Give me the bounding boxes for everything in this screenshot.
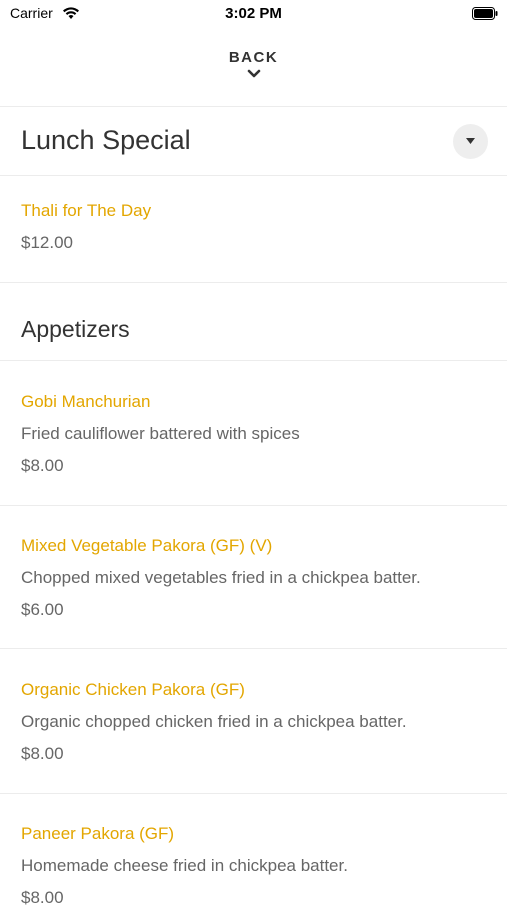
divider	[0, 505, 507, 506]
divider	[0, 106, 507, 107]
divider	[0, 648, 507, 649]
divider	[0, 793, 507, 794]
status-bar: Carrier 3:02 PM	[0, 0, 507, 28]
menu-item[interactable]: Gobi Manchurian Fried cauliflower batter…	[21, 392, 491, 476]
menu-item[interactable]: Paneer Pakora (GF) Homemade cheese fried…	[21, 824, 491, 908]
menu-item-price: $8.00	[21, 888, 64, 907]
menu-item-price: $6.00	[21, 600, 64, 619]
menu-item-price: $8.00	[21, 456, 64, 475]
back-label: BACK	[228, 49, 279, 66]
section-toggle-button[interactable]	[453, 124, 488, 159]
divider	[0, 175, 507, 176]
status-time: 3:02 PM	[225, 5, 282, 22]
caret-down-icon	[466, 138, 475, 144]
chevron-down-icon	[247, 69, 260, 78]
menu-item-name: Thali for The Day	[21, 201, 152, 220]
section-title-appetizers: Appetizers	[21, 316, 130, 342]
divider	[0, 282, 507, 283]
section-title-lunch-special: Lunch Special	[21, 125, 191, 155]
menu-item-description: Organic chopped chicken fried in a chick…	[21, 712, 407, 731]
menu-item-description: Homemade cheese fried in chickpea batter…	[21, 856, 348, 875]
menu-item-name: Gobi Manchurian	[21, 392, 151, 411]
battery-icon	[472, 7, 498, 20]
menu-item-description: Fried cauliflower battered with spices	[21, 424, 300, 443]
menu-item-price: $12.00	[21, 233, 73, 252]
menu-item-description: Chopped mixed vegetables fried in a chic…	[21, 568, 421, 587]
menu-item-name: Mixed Vegetable Pakora (GF) (V)	[21, 536, 273, 555]
back-button[interactable]: BACK	[0, 46, 507, 94]
menu-item-name: Paneer Pakora (GF)	[21, 824, 175, 843]
menu-item-name: Organic Chicken Pakora (GF)	[21, 680, 245, 699]
divider	[0, 360, 507, 361]
menu-item-price: $8.00	[21, 744, 64, 763]
menu-item[interactable]: Mixed Vegetable Pakora (GF) (V) Chopped …	[21, 536, 491, 620]
menu-item[interactable]: Organic Chicken Pakora (GF) Organic chop…	[21, 680, 491, 764]
menu-item[interactable]: Thali for The Day $12.00	[21, 201, 491, 253]
